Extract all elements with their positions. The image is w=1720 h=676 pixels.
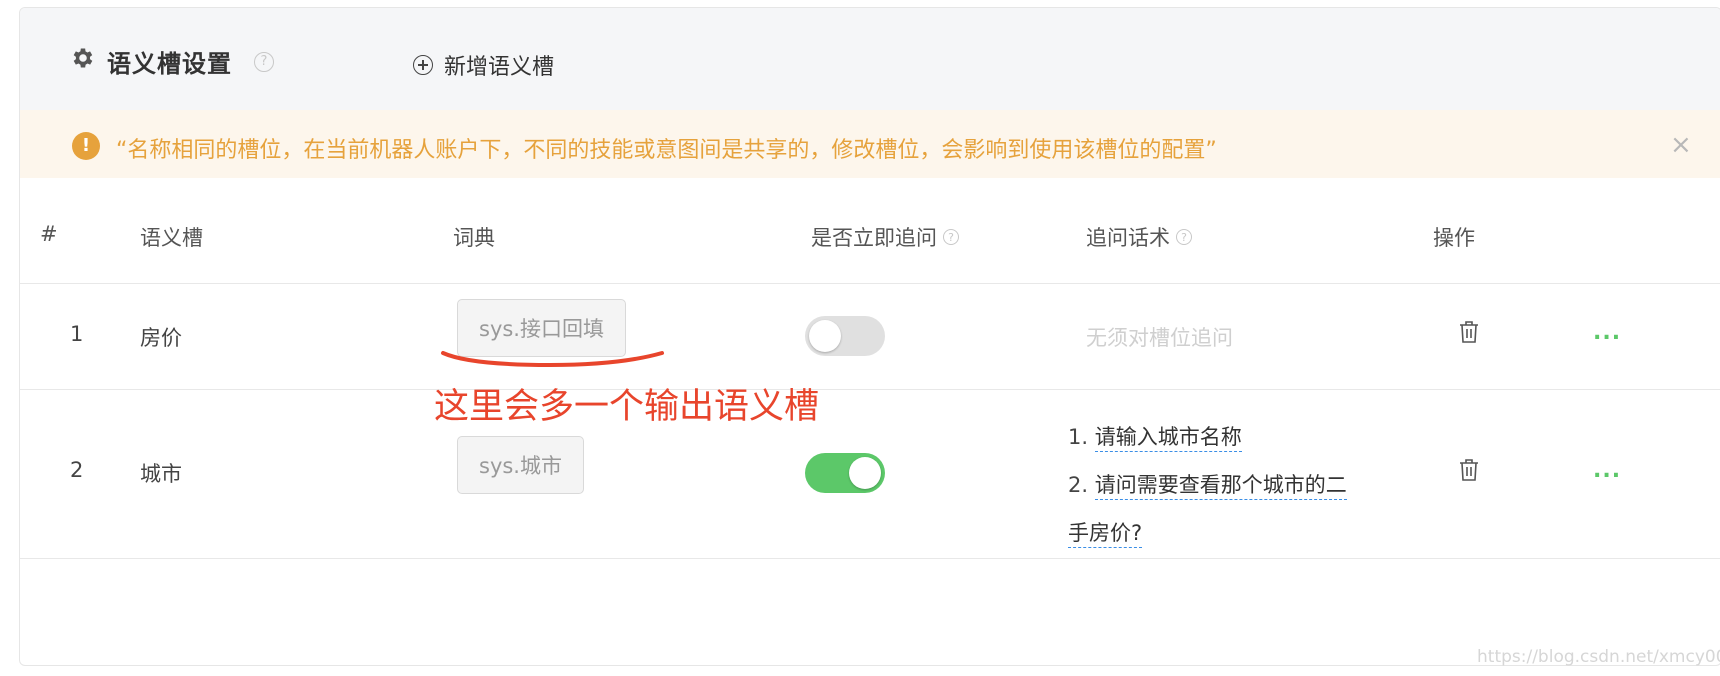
column-header-prompt-label: 追问话术 (1086, 226, 1170, 250)
help-icon[interactable]: ? (1176, 229, 1192, 245)
prompt-list: 1. 请输入城市名称 2. 请问需要查看那个城市的二手房价? (1068, 413, 1358, 557)
prompt-number: 1. (1068, 425, 1089, 449)
gear-icon (73, 48, 93, 68)
toggle-knob (849, 457, 881, 489)
column-header-dictionary: 词典 (453, 226, 495, 250)
row-divider (20, 283, 1720, 284)
row-divider (20, 389, 1720, 390)
add-slot-button[interactable]: 新增语义槽 (413, 49, 554, 81)
warning-alert: ! “名称相同的槽位，在当前机器人账户下，不同的技能或意图间是共享的，修改槽位，… (20, 110, 1720, 178)
toggle-knob (809, 320, 841, 352)
prompt-number: 2. (1068, 473, 1089, 497)
close-icon[interactable]: × (1670, 130, 1692, 160)
trash-icon[interactable] (1458, 458, 1480, 482)
row-divider (20, 558, 1720, 559)
prompt-item: 2. 请问需要查看那个城市的二手房价? (1068, 461, 1358, 557)
slot-name: 城市 (140, 462, 182, 486)
prompt-placeholder: 无须对槽位追问 (1086, 326, 1233, 350)
row-index: 1 (70, 322, 84, 346)
annotation-underline (441, 351, 664, 368)
slot-settings-panel: 语义槽设置 ? 新增语义槽 ! “名称相同的槽位，在当前机器人账户下，不同的技能… (19, 7, 1720, 666)
annotation-text: 这里会多一个输出语义槽 (434, 387, 820, 427)
alert-message: “名称相同的槽位，在当前机器人账户下，不同的技能或意图间是共享的，修改槽位，会影… (116, 138, 1217, 163)
more-actions-button[interactable]: ... (1593, 458, 1621, 483)
slot-name: 房价 (140, 326, 182, 350)
add-slot-label: 新增语义槽 (444, 55, 555, 80)
ask-immediately-toggle[interactable] (805, 453, 885, 493)
help-icon[interactable]: ? (254, 52, 274, 72)
warning-icon: ! (72, 132, 100, 160)
trash-icon[interactable] (1458, 320, 1480, 344)
column-header-actions: 操作 (1433, 226, 1475, 250)
help-icon[interactable]: ? (943, 229, 959, 245)
plus-circle-icon (413, 55, 433, 75)
column-header-slot: 语义槽 (140, 226, 203, 250)
prompt-item: 1. 请输入城市名称 (1068, 413, 1358, 461)
page-title: 语义槽设置 (107, 50, 232, 78)
column-header-ask-immediately: 是否立即追问 ? (811, 222, 959, 252)
dictionary-tag[interactable]: sys.城市 (457, 436, 584, 494)
panel-header: 语义槽设置 ? 新增语义槽 (20, 8, 1720, 110)
column-header-index: # (40, 222, 58, 246)
column-header-ask-immediately-label: 是否立即追问 (811, 226, 937, 250)
more-actions-button[interactable]: ... (1593, 320, 1621, 345)
column-header-prompt: 追问话术 ? (1086, 222, 1192, 252)
row-index: 2 (70, 458, 84, 482)
prompt-text[interactable]: 请问需要查看那个城市的二手房价? (1068, 473, 1347, 548)
ask-immediately-toggle[interactable] (805, 316, 885, 356)
watermark: https://blog.csdn.net/xmcy001122 (1477, 647, 1720, 667)
prompt-text[interactable]: 请输入城市名称 (1094, 425, 1242, 452)
